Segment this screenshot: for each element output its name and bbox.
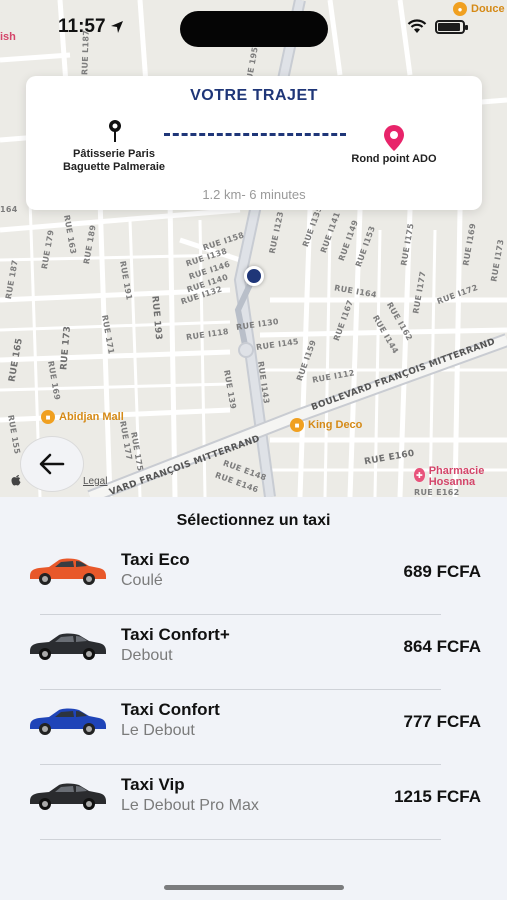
taxi-subtitle: Coulé	[121, 572, 163, 589]
taxi-subtitle: Le Debout Pro Max	[121, 797, 259, 814]
taxi-option-vip[interactable]: Taxi Vip Le Debout Pro Max 1215 FCFA	[0, 765, 507, 840]
poi-douce[interactable]: ● Douce	[453, 2, 505, 16]
street-label: RUE E162	[414, 488, 460, 497]
battery-icon	[435, 19, 468, 34]
trip-distance-duration: 1.2 km- 6 minutes	[202, 187, 306, 202]
poi-label: Abidjan Mall	[59, 411, 124, 423]
location-arrow-icon	[110, 21, 123, 33]
destination-pin-icon	[384, 125, 404, 151]
poi-label: ish	[0, 31, 16, 43]
poi-ish[interactable]: ish	[0, 31, 16, 43]
car-icon	[30, 708, 106, 735]
apple-maps-logo-icon	[11, 475, 21, 486]
shopping-bag-icon: ■	[41, 410, 55, 424]
taxi-name: Taxi Eco	[121, 550, 190, 569]
origin-pin-icon	[109, 120, 121, 142]
route-dashed-line	[164, 133, 346, 136]
taxi-price: 777 FCFA	[403, 712, 481, 731]
poi-label: Douce	[471, 3, 505, 15]
status-icons	[407, 19, 468, 34]
taxi-option-confort-plus[interactable]: Taxi Confort+ Debout 864 FCFA	[0, 615, 507, 690]
sheet-title: Sélectionnez un taxi	[176, 512, 331, 529]
taxi-subtitle: Le Debout	[121, 722, 195, 739]
back-button[interactable]	[20, 436, 84, 492]
trip-card: VOTRE TRAJET Pâtisserie Paris Baguette P…	[26, 76, 482, 210]
legal-link[interactable]: Legal	[83, 476, 107, 487]
home-indicator[interactable]	[164, 885, 344, 890]
poi-king-deco[interactable]: ■ King Deco	[290, 418, 362, 432]
arrow-left-icon	[39, 453, 65, 475]
taxi-option-eco[interactable]: Taxi Eco Coulé 689 FCFA	[0, 540, 507, 615]
trip-destination: Rond point ADO	[351, 153, 437, 165]
trip-origin: Pâtisserie Paris Baguette Palmeraie	[62, 148, 166, 173]
car-icon	[30, 783, 106, 810]
poi-label: Pharmacie Hosanna	[428, 465, 485, 488]
poi-abidjan-mall[interactable]: ■ Abidjan Mall	[41, 410, 124, 424]
trip-title: VOTRE TRAJET	[190, 87, 318, 104]
taxi-name: Taxi Confort	[121, 700, 220, 719]
poi-label: King Deco	[308, 419, 363, 431]
pharmacy-icon: ✚	[414, 468, 425, 482]
shopping-bag-icon: ■	[290, 418, 304, 432]
taxi-price: 1215 FCFA	[394, 787, 481, 806]
row-divider	[40, 839, 441, 840]
taxi-option-confort[interactable]: Taxi Confort Le Debout 777 FCFA	[0, 690, 507, 765]
car-icon	[30, 558, 106, 585]
street-label: 164	[0, 205, 18, 214]
taxi-selection-sheet: Sélectionnez un taxi Taxi Eco Coulé 689 …	[0, 497, 507, 900]
status-time-text: 11:57	[58, 16, 106, 37]
taxi-price: 864 FCFA	[403, 637, 481, 656]
wifi-icon	[407, 19, 427, 33]
taxi-name: Taxi Vip	[121, 775, 185, 794]
status-time: 11:57	[58, 16, 124, 38]
taxi-subtitle: Debout	[121, 647, 173, 664]
poi-icon: ●	[453, 2, 467, 16]
map-view[interactable]: RUE L187 RUE 195 RUE I123 RUE I158 RUE I…	[0, 0, 507, 497]
car-icon	[30, 633, 106, 660]
taxi-name: Taxi Confort+	[121, 625, 230, 644]
current-location-marker	[244, 266, 264, 286]
dynamic-island	[180, 11, 328, 47]
taxi-price: 689 FCFA	[403, 562, 481, 581]
poi-pharmacie[interactable]: ✚ Pharmacie Hosanna	[414, 466, 507, 488]
